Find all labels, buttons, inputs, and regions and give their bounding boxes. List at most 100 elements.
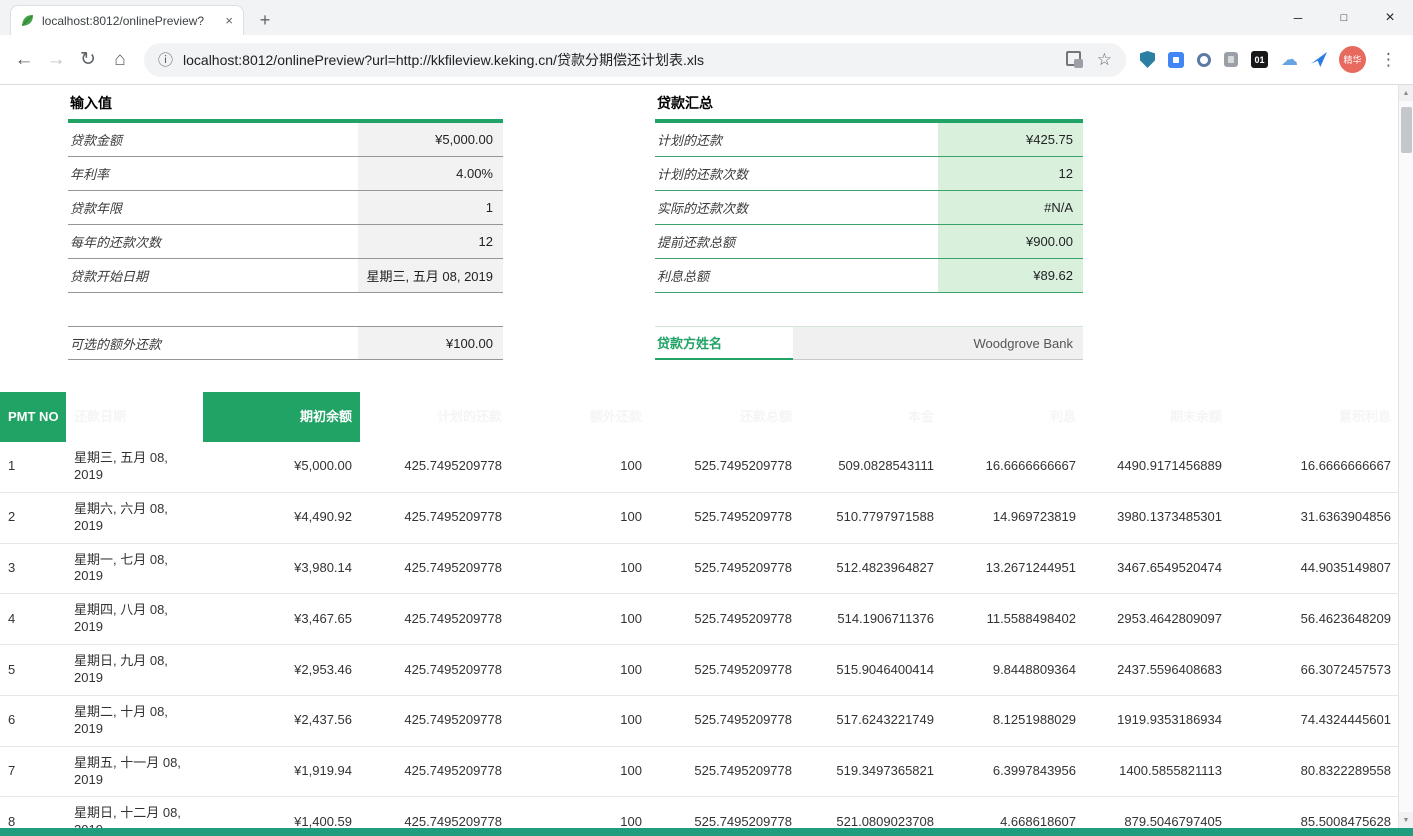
table-cell: 425.7495209778 — [360, 645, 510, 696]
leaf-favicon-icon — [19, 13, 35, 29]
table-cell: 2 — [0, 492, 66, 543]
table-cell: 星期四, 八月 08, 2019 — [66, 594, 203, 645]
table-cell: 80.8322289558 — [1230, 746, 1399, 797]
table-cell: 100 — [510, 594, 650, 645]
table-cell: 100 — [510, 442, 650, 492]
table-cell: 9.8448809364 — [942, 645, 1084, 696]
profile-avatar[interactable]: 精华 — [1339, 46, 1366, 73]
table-cell: 525.7495209778 — [650, 695, 800, 746]
table-row: 2星期六, 六月 08, 2019¥4,490.92425.7495209778… — [0, 492, 1399, 543]
table-cell: 1400.5855821113 — [1084, 746, 1230, 797]
summary-row: 计划的还款次数 12 — [655, 157, 1083, 191]
table-row: 7星期五, 十一月 08, 2019¥1,919.94425.749520977… — [0, 746, 1399, 797]
table-cell: 4 — [0, 594, 66, 645]
summary-row: 利息总额 ¥89.62 — [655, 259, 1083, 293]
table-cell: 66.3072457573 — [1230, 645, 1399, 696]
input-label: 年利率 — [68, 157, 358, 190]
badge-01-extension-icon[interactable]: 01 — [1251, 51, 1268, 68]
table-row: 3星期一, 七月 08, 2019¥3,980.14425.7495209778… — [0, 543, 1399, 594]
scroll-up-icon[interactable]: ▲ — [1399, 85, 1413, 101]
table-cell: ¥4,490.92 — [203, 492, 360, 543]
page-info-icon[interactable]: ⓘ — [158, 49, 173, 70]
scrollbar-thumb[interactable] — [1401, 107, 1412, 153]
table-cell: 星期二, 十月 08, 2019 — [66, 695, 203, 746]
table-cell: 425.7495209778 — [360, 442, 510, 492]
tab-close-icon[interactable]: × — [223, 12, 235, 29]
back-button[interactable]: ← — [8, 44, 40, 76]
table-cell: 525.7495209778 — [650, 543, 800, 594]
table-cell: 425.7495209778 — [360, 492, 510, 543]
table-cell: 510.7797971588 — [800, 492, 942, 543]
maximize-button[interactable]: □ — [1321, 0, 1367, 35]
reload-button[interactable]: ↻ — [72, 44, 104, 76]
table-cell: 4490.9171456889 — [1084, 442, 1230, 492]
table-cell: 521.0809023708 — [800, 797, 942, 828]
table-cell: 2437.5596408683 — [1084, 645, 1230, 696]
header-beginning-balance: 期初余额 — [203, 392, 360, 442]
table-cell: ¥1,400.59 — [203, 797, 360, 828]
browser-menu-icon[interactable]: ⋮ — [1372, 50, 1405, 70]
table-cell: 425.7495209778 — [360, 543, 510, 594]
table-cell: 100 — [510, 645, 650, 696]
table-cell: 425.7495209778 — [360, 797, 510, 828]
minimize-button[interactable]: ─ — [1275, 0, 1321, 35]
input-row: 年利率 4.00% — [68, 157, 503, 191]
table-cell: 44.9035149807 — [1230, 543, 1399, 594]
table-cell: 13.2671244951 — [942, 543, 1084, 594]
ring-extension-icon[interactable] — [1197, 53, 1211, 67]
table-cell: 11.5588498402 — [942, 594, 1084, 645]
translate-icon[interactable] — [1066, 51, 1083, 68]
address-bar[interactable]: ⓘ localhost:8012/onlinePreview?url=http:… — [144, 43, 1126, 77]
table-cell: 星期日, 十二月 08, 2019 — [66, 797, 203, 828]
table-cell: ¥3,467.65 — [203, 594, 360, 645]
bird-extension-icon[interactable] — [1311, 52, 1327, 67]
table-cell: 425.7495209778 — [360, 695, 510, 746]
table-cell: 4.668618607 — [942, 797, 1084, 828]
table-cell: 100 — [510, 543, 650, 594]
bookmark-star-icon[interactable]: ☆ — [1097, 50, 1112, 70]
scroll-down-icon[interactable]: ▼ — [1399, 812, 1413, 828]
table-cell: 14.969723819 — [942, 492, 1084, 543]
input-row: 贷款开始日期 星期三, 五月 08, 2019 — [68, 259, 503, 293]
header-cumulative-interest: 累积利息 — [1230, 392, 1399, 442]
shield-extension-icon[interactable] — [1140, 51, 1155, 68]
summary-value: ¥900.00 — [938, 225, 1083, 258]
table-cell: 525.7495209778 — [650, 594, 800, 645]
table-row: 6星期二, 十月 08, 2019¥2,437.56425.7495209778… — [0, 695, 1399, 746]
input-row: 每年的还款次数 12 — [68, 225, 503, 259]
header-ending-balance: 期末余额 — [1084, 392, 1230, 442]
browser-tab[interactable]: localhost:8012/onlinePreview? × — [10, 5, 244, 35]
table-cell: 3980.1373485301 — [1084, 492, 1230, 543]
new-tab-button[interactable]: + — [252, 7, 278, 33]
vertical-scrollbar[interactable]: ▲ ▼ — [1398, 85, 1413, 828]
input-value: ¥5,000.00 — [358, 123, 503, 156]
summary-row: 提前还款总额 ¥900.00 — [655, 225, 1083, 259]
table-cell: 6.3997843956 — [942, 746, 1084, 797]
extra-payment-row: 可选的额外还款 ¥100.00 — [68, 326, 503, 360]
input-label: 贷款开始日期 — [68, 259, 358, 292]
footer-bar — [0, 828, 1413, 836]
summary-section: 贷款汇总 计划的还款 ¥425.75 计划的还款次数 12 实际的还款次数 #N… — [655, 91, 1083, 360]
title-bar: localhost:8012/onlinePreview? × + ─ □ × — [0, 0, 1413, 35]
header-principal: 本金 — [800, 392, 942, 442]
table-cell: 3 — [0, 543, 66, 594]
table-cell: 525.7495209778 — [650, 492, 800, 543]
table-cell: 星期三, 五月 08, 2019 — [66, 442, 203, 492]
amortization-body: 1星期三, 五月 08, 2019¥5,000.00425.7495209778… — [0, 442, 1399, 828]
gray-extension-icon[interactable] — [1224, 52, 1238, 67]
close-window-button[interactable]: × — [1367, 0, 1413, 35]
home-button[interactable]: ⌂ — [104, 44, 136, 76]
empty-row — [68, 293, 503, 326]
table-cell: 星期五, 十一月 08, 2019 — [66, 746, 203, 797]
summary-row: 实际的还款次数 #N/A — [655, 191, 1083, 225]
table-cell: ¥3,980.14 — [203, 543, 360, 594]
table-cell: 100 — [510, 746, 650, 797]
cloud-extension-icon[interactable]: ☁ — [1281, 51, 1298, 68]
table-cell: 31.6363904856 — [1230, 492, 1399, 543]
blue-square-extension-icon[interactable] — [1168, 52, 1184, 68]
table-cell: 879.5046797405 — [1084, 797, 1230, 828]
table-cell: 100 — [510, 492, 650, 543]
summary-value: ¥425.75 — [938, 123, 1083, 156]
table-cell: 525.7495209778 — [650, 797, 800, 828]
lender-label: 贷款方姓名 — [655, 327, 793, 360]
